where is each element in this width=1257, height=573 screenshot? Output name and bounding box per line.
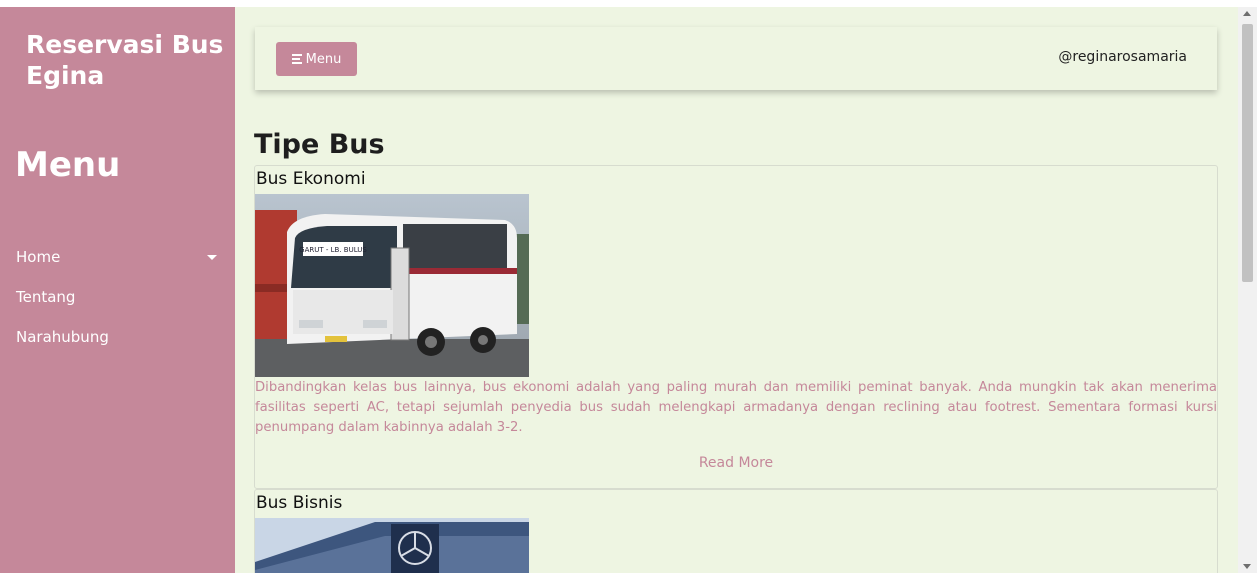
bus-bisnis-image bbox=[255, 518, 529, 573]
sidebar-item-narahubung[interactable]: Narahubung bbox=[16, 317, 221, 357]
hamburger-icon bbox=[291, 54, 302, 64]
card-title: Bus Bisnis bbox=[256, 493, 343, 513]
card-title: Bus Ekonomi bbox=[256, 169, 366, 189]
card-description: Dibandingkan kelas bus lainnya, bus ekon… bbox=[255, 380, 1217, 435]
username: @reginarosamaria bbox=[1058, 49, 1187, 65]
caret-down-icon bbox=[207, 254, 217, 260]
sidebar-menu-heading: Menu bbox=[15, 145, 121, 185]
window-top-edge bbox=[0, 0, 1257, 7]
sidebar-item-label: Narahubung bbox=[16, 328, 109, 346]
sidebar-nav: Home Tentang Narahubung bbox=[16, 237, 221, 357]
bus-card: Bus Ekonomi GARUT - LB. BULUS Dibandingk… bbox=[254, 165, 1218, 489]
sidebar-item-label: Home bbox=[16, 248, 61, 266]
sidebar-item-tentang[interactable]: Tentang bbox=[16, 277, 221, 317]
bus-destination-sign: GARUT - LB. BULUS bbox=[299, 246, 367, 254]
bus-ekonomi-image: GARUT - LB. BULUS bbox=[255, 194, 529, 377]
scrollbar-thumb[interactable] bbox=[1242, 24, 1253, 282]
read-more-link[interactable]: Read More bbox=[255, 438, 1217, 488]
sidebar-item-label: Tentang bbox=[16, 288, 76, 306]
menu-toggle-button[interactable]: Menu bbox=[276, 42, 357, 76]
sidebar: Reservasi Bus Egina Menu Home Tentang Na… bbox=[0, 7, 235, 573]
page-scrollbar[interactable] bbox=[1238, 7, 1257, 573]
scroll-down-arrow-icon[interactable] bbox=[1243, 564, 1251, 569]
brand-title: Reservasi Bus Egina bbox=[26, 30, 224, 90]
scroll-up-arrow-icon[interactable] bbox=[1243, 11, 1251, 16]
main-area: Menu @reginarosamaria Tipe Bus Bus Ekono… bbox=[235, 7, 1238, 573]
content-section: Tipe Bus Bus Ekonomi GARUT - LB. BULUS D… bbox=[254, 125, 1218, 573]
menu-button-label: Menu bbox=[305, 51, 342, 67]
top-navbar: Menu @reginarosamaria bbox=[255, 27, 1217, 90]
bus-card: Bus Bisnis bbox=[254, 489, 1218, 573]
sidebar-item-home[interactable]: Home bbox=[16, 237, 221, 277]
page-title: Tipe Bus bbox=[254, 129, 385, 160]
